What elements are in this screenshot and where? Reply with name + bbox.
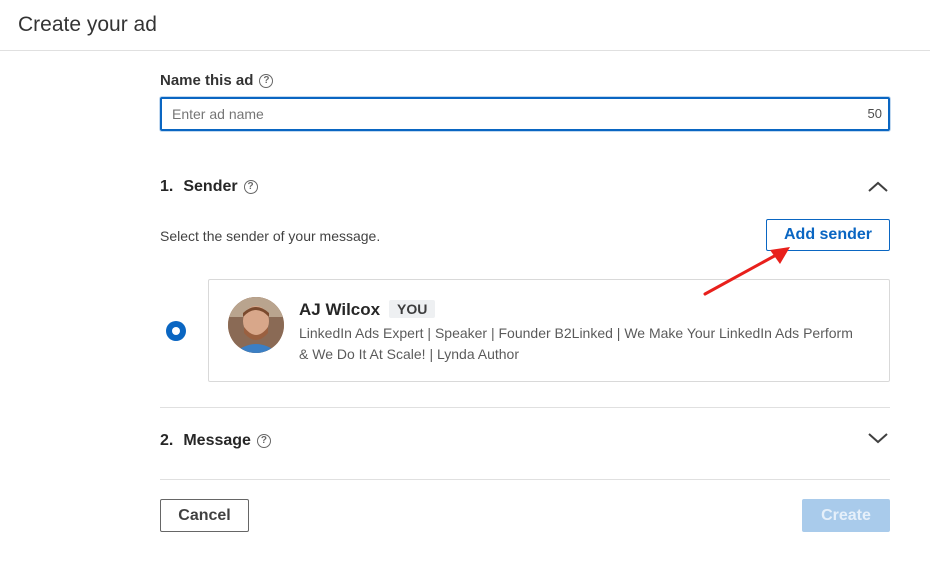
section-number: 1.: [160, 178, 174, 195]
section-sender-header[interactable]: 1. Sender ?: [160, 178, 258, 196]
section-title-sender: Sender: [183, 178, 238, 195]
section-number: 2.: [160, 432, 174, 449]
sender-description: Select the sender of your message.: [160, 228, 381, 244]
page-title: Create your ad: [18, 13, 157, 36]
ad-name-input[interactable]: [172, 99, 832, 129]
avatar: [228, 297, 284, 353]
create-button[interactable]: Create: [802, 499, 890, 532]
divider: [160, 479, 890, 480]
section-message-header[interactable]: 2. Message ?: [160, 432, 271, 450]
help-icon[interactable]: ?: [243, 180, 258, 194]
divider: [160, 407, 890, 408]
ad-name-label: Name this ad ?: [160, 72, 274, 89]
sender-radio[interactable]: [166, 321, 186, 341]
sender-name: AJ Wilcox: [299, 300, 381, 319]
chevron-up-icon[interactable]: [866, 179, 890, 195]
you-badge: YOU: [389, 300, 436, 318]
help-icon[interactable]: ?: [256, 434, 271, 448]
help-icon[interactable]: ?: [259, 73, 274, 88]
cancel-button[interactable]: Cancel: [160, 499, 249, 532]
page-header: Create your ad: [0, 0, 930, 51]
char-count: 50: [867, 106, 882, 121]
section-title-message: Message: [183, 432, 251, 449]
chevron-down-icon[interactable]: [866, 430, 890, 446]
ad-name-field[interactable]: 50: [160, 97, 890, 131]
sender-bio: LinkedIn Ads Expert | Speaker | Founder …: [299, 325, 853, 362]
ad-name-label-text: Name this ad: [160, 72, 254, 89]
annotation-arrow-icon: [703, 247, 790, 296]
